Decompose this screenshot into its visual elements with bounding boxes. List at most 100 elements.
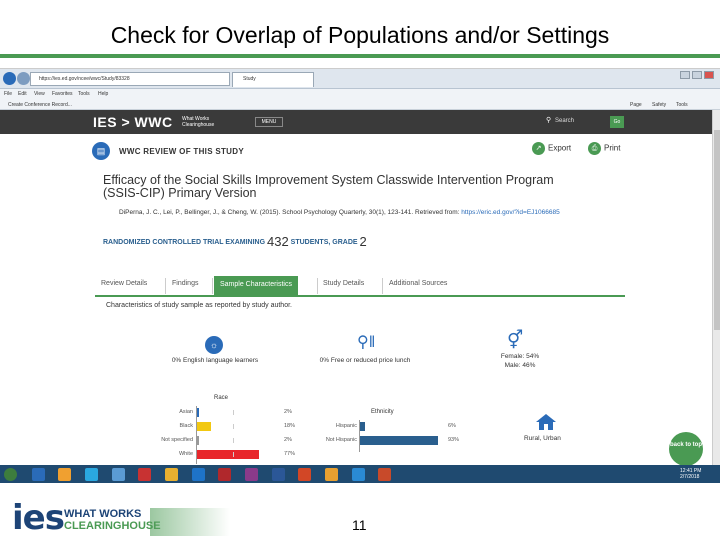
race-bar: [197, 436, 199, 445]
minimize-button[interactable]: [680, 71, 690, 79]
word-taskbar-icon[interactable]: [272, 468, 285, 481]
globe-icon: ☼: [205, 336, 223, 354]
close-window-button[interactable]: [704, 71, 714, 79]
menu-file[interactable]: File: [4, 91, 12, 97]
toolbar-page[interactable]: Page: [630, 102, 642, 108]
fork-knife-icon: ⚲‖: [357, 334, 376, 351]
citation: DiPerna, J. C., Lei, P., Bellinger, J., …: [119, 208, 569, 217]
site-header: IES > WWC What Works Clearinghouse MENU …: [0, 110, 712, 134]
browser-address-bar: https://ies.ed.gov/ncee/wwc/Study/83328 …: [0, 69, 720, 89]
search-icon: ⚲: [546, 117, 552, 124]
tab-divider: [165, 278, 166, 294]
students-count: 432: [267, 234, 289, 249]
male-text: Male: 46%: [504, 362, 536, 369]
gridline: [233, 424, 234, 429]
race-value-label: 2%: [284, 409, 292, 415]
tab-review-details[interactable]: Review Details: [101, 280, 147, 287]
review-document-icon: ▤: [92, 142, 110, 160]
tab-divider: [317, 278, 318, 294]
grade-value: 2: [359, 234, 367, 249]
tab-additional-sources[interactable]: Additional Sources: [389, 280, 447, 287]
slide-title: Check for Overlap of Populations and/or …: [110, 22, 610, 48]
taskbar-clock: 12:41 PM 2/7/2018: [680, 468, 701, 480]
tab-divider: [382, 278, 383, 294]
export-icon: ↗: [532, 142, 545, 155]
wwc-logo[interactable]: IES > WWC: [93, 114, 173, 130]
acrobat-taskbar-icon[interactable]: [218, 468, 231, 481]
tab-divider: [212, 278, 213, 294]
race-bar: [197, 408, 199, 417]
browser-tab[interactable]: Study: [232, 72, 314, 87]
race-value-label: 18%: [284, 423, 296, 429]
back-button-icon[interactable]: [3, 72, 16, 85]
menu-favorites[interactable]: Favorites: [52, 91, 73, 97]
page-scrollbar[interactable]: [712, 110, 720, 465]
race-value-label: 2%: [284, 437, 292, 443]
house-icon: [536, 414, 556, 430]
tab-findings[interactable]: Findings: [172, 280, 198, 287]
print-button[interactable]: ⎙ Print: [588, 142, 620, 155]
menu-view[interactable]: View: [34, 91, 45, 97]
ethnicity-bar: [360, 422, 366, 431]
address-input[interactable]: https://ies.ed.gov/ncee/wwc/Study/83328: [30, 72, 230, 86]
tab-study-details[interactable]: Study Details: [323, 280, 364, 287]
ethnicity-chart-title: Ethnicity: [371, 409, 394, 415]
race-value-label: 77%: [284, 451, 296, 457]
gender-icon: ⚥: [507, 330, 524, 350]
browser-screenshot: https://ies.ed.gov/ncee/wwc/Study/83328 …: [0, 68, 720, 483]
scrollbar-thumb[interactable]: [714, 130, 720, 330]
menu-help[interactable]: Help: [98, 91, 108, 97]
app-taskbar-icon[interactable]: [245, 468, 258, 481]
footer-line2: CLEARINGHOUSE: [64, 520, 161, 532]
title-underline: [0, 54, 720, 58]
study-title: Efficacy of the Social Skills Improvemen…: [103, 173, 554, 200]
toolbar-safety[interactable]: Safety: [652, 102, 666, 108]
ie-taskbar-icon[interactable]: [32, 468, 45, 481]
citation-link[interactable]: https://eric.ed.gov/?id=EJ1066685: [461, 209, 559, 216]
lunch-text: 0% Free or reduced price lunch: [319, 357, 411, 364]
race-category-label: Asian: [179, 409, 193, 415]
print-icon: ⎙: [588, 142, 601, 155]
students-label: STUDENTS, GRADE: [290, 239, 358, 246]
app-taskbar-icon[interactable]: [138, 468, 151, 481]
start-button-icon[interactable]: [4, 468, 17, 481]
ethnicity-value-label: 6%: [448, 423, 456, 429]
ethnicity-category-label: Hispanic: [335, 423, 357, 429]
citation-text: DiPerna, J. C., Lei, P., Bellinger, J., …: [119, 209, 460, 216]
folder-taskbar-icon[interactable]: [58, 468, 71, 481]
app-taskbar-icon[interactable]: [112, 468, 125, 481]
favorite-link[interactable]: Create Conference Record...: [8, 102, 72, 108]
export-button[interactable]: ↗ Export: [532, 142, 571, 155]
characteristics-heading: Characteristics of study sample as repor…: [106, 302, 292, 309]
race-category-label: Not specified: [161, 437, 193, 443]
gridline: [233, 438, 234, 443]
cloud-taskbar-icon[interactable]: [192, 468, 205, 481]
wwc-logo-subtitle: What Works Clearinghouse: [182, 116, 215, 128]
locale-text: Rural, Urban: [524, 435, 561, 442]
review-heading: WWC REVIEW OF THIS STUDY: [119, 147, 244, 156]
study-design-summary: RANDOMIZED CONTROLLED TRIAL EXAMINING 43…: [103, 234, 367, 249]
search-input[interactable]: Search: [555, 118, 607, 127]
outlook-taskbar-icon[interactable]: [325, 468, 338, 481]
toolbar-tools[interactable]: Tools: [676, 102, 688, 108]
search-go-button[interactable]: Go: [610, 116, 624, 128]
ethnicity-value-label: 93%: [448, 437, 460, 443]
maximize-button[interactable]: [692, 71, 702, 79]
menu-button[interactable]: MENU: [255, 117, 283, 127]
favorites-bar: Create Conference Record... Page Safety …: [0, 99, 720, 110]
ethnicity-category-label: Not Hispanic: [325, 437, 357, 443]
menu-tools[interactable]: Tools: [78, 91, 90, 97]
menu-edit[interactable]: Edit: [18, 91, 27, 97]
powerpoint-active-taskbar-icon[interactable]: [378, 468, 391, 481]
powerpoint-taskbar-icon[interactable]: [298, 468, 311, 481]
female-text: Female: 54%: [500, 353, 540, 360]
skype-taskbar-icon[interactable]: [85, 468, 98, 481]
tab-sample-characteristics[interactable]: Sample Characteristics: [214, 276, 298, 295]
gridline: [233, 410, 234, 415]
ie-active-taskbar-icon[interactable]: [352, 468, 365, 481]
back-to-top-button[interactable]: back to top: [669, 432, 703, 466]
forward-button-icon[interactable]: [17, 72, 30, 85]
chrome-taskbar-icon[interactable]: [165, 468, 178, 481]
ies-logo: ies: [12, 498, 65, 538]
ethnicity-bar: [360, 436, 439, 445]
